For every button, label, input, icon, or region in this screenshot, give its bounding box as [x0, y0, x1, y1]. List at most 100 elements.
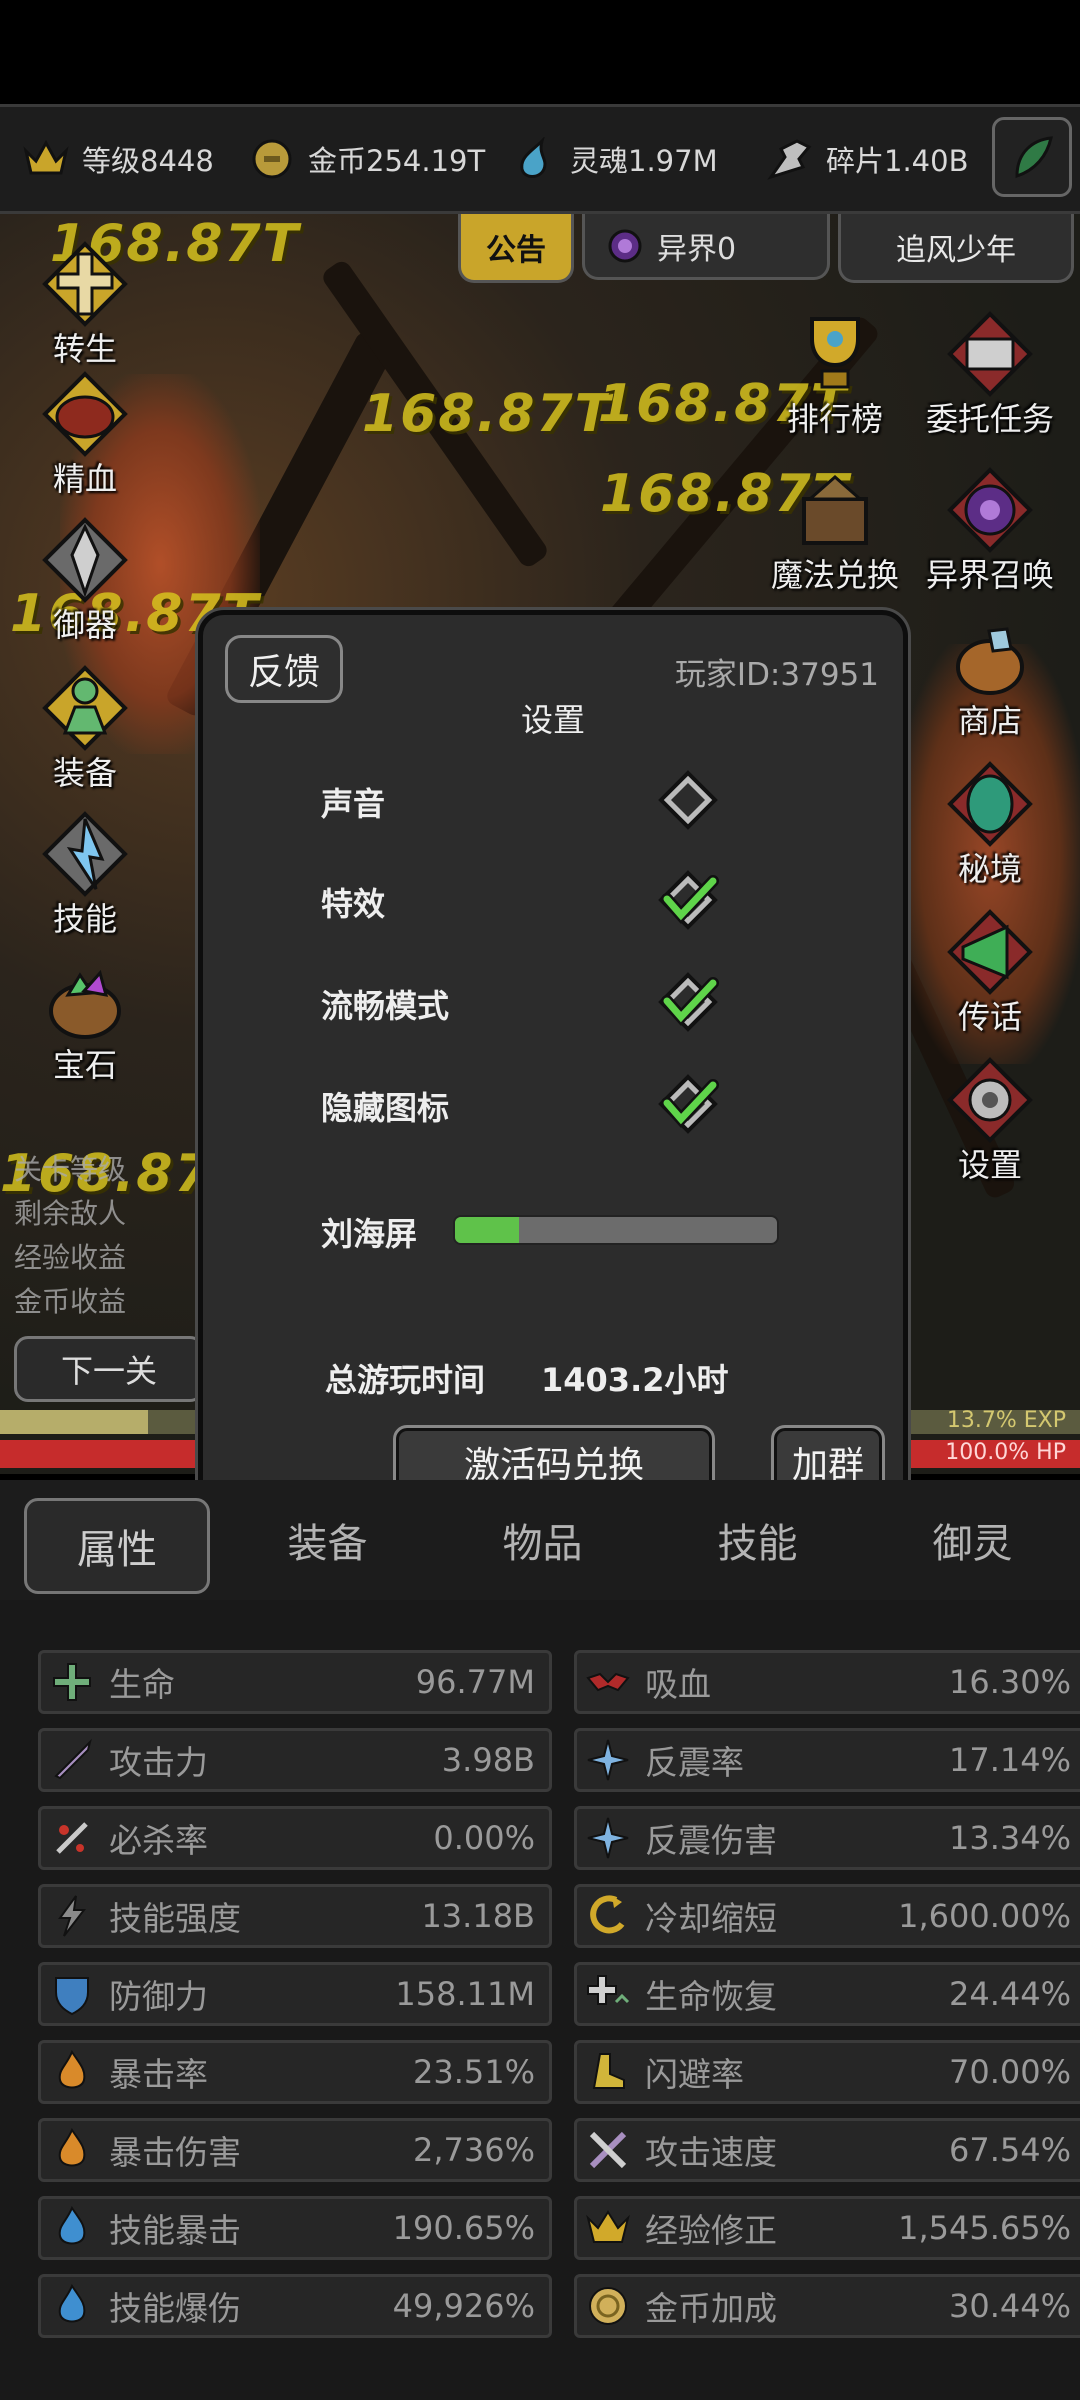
megaphone-icon — [940, 902, 1040, 1002]
stat-value: 2,736% — [412, 2131, 535, 2169]
next-level-button[interactable]: 下一关 — [14, 1336, 204, 1402]
resource-level: 等级8448 — [22, 107, 214, 211]
notch-label: 刘海屏 — [321, 1215, 418, 1253]
crown-icon — [577, 2199, 639, 2257]
stat-value: 1,545.65% — [898, 2209, 1071, 2247]
stat-name: 技能强度 — [109, 1899, 241, 1938]
stat-name: 反震率 — [645, 1743, 744, 1782]
hide-icons-checkbox[interactable] — [657, 1073, 719, 1135]
notch-slider-fill — [455, 1217, 520, 1243]
menu-quest[interactable]: 委托任务 — [905, 304, 1075, 440]
menu-armor[interactable]: 御器 — [0, 510, 170, 646]
skill-icon — [35, 804, 135, 904]
summon-icon — [940, 460, 1040, 560]
settings-dialog: 反馈 玩家ID:37951 设置 声音 特效 流畅模式 隐藏图标 刘海屏 总游玩… — [198, 610, 908, 1515]
resource-gold-label: 金币254.19T — [308, 144, 486, 178]
menu-label: 御器 — [52, 606, 117, 644]
exp-bar-text: 13.7% EXP — [946, 1408, 1066, 1433]
hp-bar-text: 100.0% HP — [945, 1440, 1066, 1465]
menu-label: 排行榜 — [786, 400, 883, 438]
menu-magic-exchange[interactable]: 魔法兑换 — [750, 460, 920, 596]
menu-gem[interactable]: 宝石 — [0, 950, 170, 1086]
player-name-tab[interactable]: 追风少年 — [838, 214, 1074, 283]
stat-value: 49,926% — [392, 2287, 535, 2325]
coin-icon — [248, 135, 296, 183]
menu-equip[interactable]: 装备 — [0, 658, 170, 794]
stage-level-label: 关卡等级 — [14, 1153, 127, 1186]
blue-flame-icon — [41, 2199, 103, 2257]
menu-ranking[interactable]: 排行榜 — [750, 304, 920, 440]
stat-value: 17.14% — [948, 1741, 1071, 1779]
leaf-button[interactable] — [992, 117, 1072, 197]
magic-exchange-icon — [785, 460, 885, 560]
menu-secret-realm[interactable]: 秘境 — [905, 754, 1075, 890]
bat-icon — [577, 1653, 639, 1711]
flame-icon — [41, 2121, 103, 2179]
sword-icon — [41, 1731, 103, 1789]
stat-name: 吸血 — [645, 1665, 711, 1704]
tab-attributes[interactable]: 属性 — [24, 1498, 210, 1594]
menu-skill[interactable]: 技能 — [0, 804, 170, 940]
effects-checkbox[interactable] — [657, 869, 719, 931]
menu-label: 传话 — [957, 998, 1022, 1036]
stat-row: 金币加成 30.44% — [574, 2274, 1080, 2338]
shard-icon — [766, 135, 814, 183]
stat-value: 158.11M — [395, 1975, 535, 2013]
stat-row: 经验修正 1,545.65% — [574, 2196, 1080, 2260]
settings-icon — [940, 1050, 1040, 1150]
otherworld-tab[interactable]: 异界0 — [582, 214, 830, 280]
notch-slider[interactable] — [453, 1215, 779, 1245]
flame-icon — [41, 2043, 103, 2101]
lightning-icon — [41, 1887, 103, 1945]
attributes-panel: 生命 96.77M 攻击力 3.98B 必杀率 0.00% 技能强度 13.18… — [0, 1600, 1080, 2400]
feedback-button[interactable]: 反馈 — [225, 635, 343, 703]
shop-icon — [940, 606, 1040, 706]
menu-label: 异界召唤 — [925, 556, 1054, 594]
menu-essence[interactable]: 精血 — [0, 364, 170, 500]
stat-name: 技能爆伤 — [109, 2289, 241, 2328]
stat-name: 冷却缩短 — [645, 1899, 777, 1938]
tab-spirits[interactable]: 御灵 — [865, 1480, 1080, 1600]
resource-gold: 金币254.19T — [248, 107, 485, 211]
tab-skills[interactable]: 技能 — [650, 1480, 865, 1600]
stat-name: 反震伤害 — [645, 1821, 777, 1860]
option-label-hide-icons: 隐藏图标 — [321, 1089, 450, 1127]
menu-rebirth[interactable]: 转生 — [0, 234, 170, 370]
notice-tab[interactable]: 公告 — [458, 214, 574, 283]
stat-row: 闪避率 70.00% — [574, 2040, 1080, 2104]
stat-name: 攻击速度 — [645, 2133, 777, 2172]
player-name: 追风少年 — [896, 233, 1016, 268]
tab-equipment[interactable]: 装备 — [220, 1480, 435, 1600]
stat-name: 生命 — [109, 1665, 175, 1704]
menu-label: 商店 — [957, 702, 1022, 740]
smooth-mode-checkbox[interactable] — [657, 971, 719, 1033]
menu-settings[interactable]: 设置 — [905, 1050, 1075, 1186]
menu-shop[interactable]: 商店 — [905, 606, 1075, 742]
menu-megaphone[interactable]: 传话 — [905, 902, 1075, 1038]
player-id: 玩家ID:37951 — [674, 657, 879, 693]
cooldown-icon — [577, 1887, 639, 1945]
stat-name: 闪避率 — [645, 2055, 744, 2094]
stat-name: 攻击力 — [109, 1743, 208, 1782]
playtime-label: 总游玩时间 — [325, 1361, 486, 1399]
stat-row: 暴击伤害 2,736% — [38, 2118, 552, 2182]
stat-row: 技能强度 13.18B — [38, 1884, 552, 1948]
exp-income-label: 经验收益 — [14, 1241, 127, 1274]
portal-icon — [608, 229, 642, 262]
menu-label: 精血 — [52, 460, 117, 498]
swords-icon — [577, 2121, 639, 2179]
stat-value: 30.44% — [948, 2287, 1071, 2325]
stat-row: 攻击速度 67.54% — [574, 2118, 1080, 2182]
menu-label: 魔法兑换 — [770, 556, 899, 594]
stat-row: 必杀率 0.00% — [38, 1806, 552, 1870]
rebirth-icon — [35, 234, 135, 334]
stat-row: 攻击力 3.98B — [38, 1728, 552, 1792]
stat-row: 技能暴击 190.65% — [38, 2196, 552, 2260]
tab-items[interactable]: 物品 — [435, 1480, 650, 1600]
stat-name: 技能暴击 — [109, 2211, 241, 2250]
menu-summon[interactable]: 异界召唤 — [905, 460, 1075, 596]
sound-checkbox[interactable] — [657, 769, 719, 831]
playtime-value: 1403.2小时 — [541, 1361, 729, 1399]
resource-shard: 碎片1.40B — [766, 107, 968, 211]
stat-row: 生命恢复 24.44% — [574, 1962, 1080, 2026]
